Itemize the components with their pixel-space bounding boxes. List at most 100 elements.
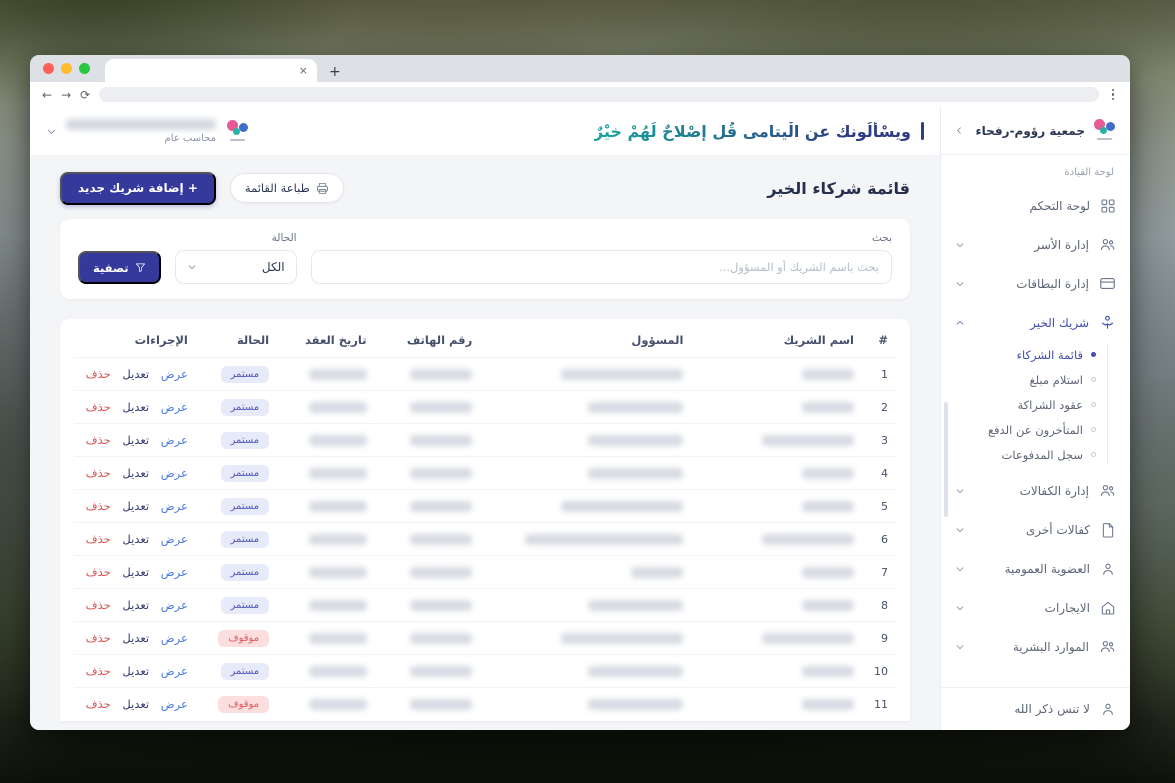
view-link[interactable]: عرض — [161, 499, 188, 513]
blurred-phone — [410, 501, 473, 512]
blurred-manager-name — [588, 600, 684, 611]
edit-link[interactable]: تعديل — [122, 466, 149, 480]
delete-link[interactable]: حذف — [86, 367, 111, 381]
row-number: 5 — [862, 489, 896, 523]
sidebar-item-sponsorships[interactable]: إدارة الكفالات — [955, 471, 1116, 510]
row-number: 11 — [862, 687, 896, 721]
search-input[interactable] — [310, 250, 892, 284]
add-partner-button[interactable]: + إضافة شريك جديد — [60, 171, 216, 205]
user-menu[interactable]: محاسب عام — [46, 118, 250, 144]
sidebar-item-rentals[interactable]: الايجارات — [955, 588, 1116, 627]
sidebar-collapse-icon[interactable] — [954, 125, 965, 136]
edit-link[interactable]: تعديل — [122, 499, 149, 513]
print-list-button[interactable]: طباعة القائمة — [229, 173, 344, 203]
app-root: جمعية رؤوم-رفحاء لوحة القيادة لوحة التحك… — [30, 107, 1130, 730]
sidebar-item-dashboard[interactable]: لوحة التحكم — [955, 186, 1116, 225]
sidebar-item-remembrance[interactable]: لا تنس ذكر الله — [955, 701, 1116, 717]
edit-link[interactable]: تعديل — [122, 631, 149, 645]
edit-link[interactable]: تعديل — [122, 433, 149, 447]
minimize-window-button[interactable] — [61, 63, 72, 74]
status-label: الحالة — [271, 232, 297, 244]
delete-link[interactable]: حذف — [86, 466, 111, 480]
table-row: 3 مستمر عرض تعديل حذف — [74, 423, 896, 457]
blurred-manager-name — [588, 699, 684, 711]
edit-link[interactable]: تعديل — [122, 565, 149, 579]
delete-link[interactable]: حذف — [86, 631, 111, 645]
delete-link[interactable]: حذف — [86, 400, 111, 414]
edit-link[interactable]: تعديل — [122, 664, 149, 678]
table-row: 4 مستمر عرض تعديل حذف — [74, 456, 896, 490]
forward-icon[interactable]: → — [61, 89, 71, 101]
delete-link[interactable]: حذف — [86, 664, 111, 678]
sidebar-item-other-sponsorships[interactable]: كفالات أخرى — [955, 510, 1116, 549]
url-bar[interactable] — [99, 87, 1099, 102]
row-number: 3 — [862, 423, 896, 457]
close-window-button[interactable] — [43, 63, 54, 74]
sidebar-item-human-resources[interactable]: الموارد البشرية — [955, 627, 1116, 666]
maximize-window-button[interactable] — [79, 63, 90, 74]
blurred-phone — [410, 600, 473, 611]
blurred-user-name — [66, 118, 216, 130]
submenu-receive-amount[interactable]: استلام مبلغ — [955, 367, 1096, 392]
edit-link[interactable]: تعديل — [122, 400, 149, 414]
view-link[interactable]: عرض — [161, 631, 188, 645]
view-link[interactable]: عرض — [161, 532, 188, 546]
browser-tab[interactable]: × — [105, 59, 317, 82]
submenu-partners-list[interactable]: قائمة الشركاء — [955, 342, 1096, 367]
blurred-manager-name — [561, 633, 684, 644]
tab-close-icon[interactable]: × — [299, 65, 308, 76]
bullet-icon — [1091, 377, 1096, 382]
col-contract-date: تاريخ العقد — [305, 333, 367, 347]
sidebar-item-charity-partner[interactable]: شريك الخير — [955, 303, 1116, 342]
delete-link[interactable]: حذف — [86, 532, 111, 546]
org-brand: جمعية رؤوم-رفحاء — [976, 118, 1117, 143]
home-icon — [1101, 601, 1115, 615]
view-link[interactable]: عرض — [161, 466, 188, 480]
user-icon — [1103, 563, 1113, 575]
sidebar-item-general-membership[interactable]: العضوية العمومية — [955, 549, 1116, 588]
submenu-partnership-contracts[interactable]: عقود الشراكة — [955, 392, 1096, 417]
row-number: 2 — [862, 390, 896, 424]
new-tab-button[interactable]: + — [329, 65, 341, 79]
chevron-down-icon — [188, 265, 195, 269]
sidebar-item-families[interactable]: إدارة الأسر — [955, 225, 1116, 264]
chevron-down-icon[interactable] — [46, 126, 57, 137]
table-row: 10 مستمر عرض تعديل حذف — [74, 654, 896, 688]
blurred-contract-date — [308, 501, 367, 512]
view-link[interactable]: عرض — [161, 433, 188, 447]
browser-menu-icon[interactable] — [1108, 88, 1118, 101]
edit-link[interactable]: تعديل — [122, 367, 149, 381]
table-row: 2 مستمر عرض تعديل حذف — [74, 390, 896, 424]
view-link[interactable]: عرض — [161, 598, 188, 612]
view-link[interactable]: عرض — [161, 400, 188, 414]
back-icon[interactable]: ← — [42, 89, 52, 101]
sidebar-item-cards[interactable]: إدارة البطاقات — [955, 264, 1116, 303]
header-verse: ويسْألُونك عن الْيتامى قُل إصْلاحٌ لَهُم… — [594, 122, 924, 141]
edit-link[interactable]: تعديل — [122, 532, 149, 546]
view-link[interactable]: عرض — [161, 565, 188, 579]
submenu-payments-log[interactable]: سجل المدفوعات — [955, 442, 1096, 467]
filter-button[interactable]: تصفية — [78, 251, 161, 284]
view-link[interactable]: عرض — [161, 664, 188, 678]
edit-link[interactable]: تعديل — [122, 598, 149, 612]
reload-icon[interactable]: ⟳ — [80, 89, 90, 101]
status-select[interactable]: الكل — [174, 250, 297, 284]
edit-link[interactable]: تعديل — [122, 697, 149, 711]
chevron-down-icon — [955, 525, 965, 535]
partners-table-card: # اسم الشريك المسؤول رقم الهاتف تاريخ ال… — [60, 319, 910, 721]
delete-link[interactable]: حذف — [86, 565, 111, 579]
blurred-contract-date — [308, 699, 367, 711]
delete-link[interactable]: حذف — [86, 598, 111, 612]
view-link[interactable]: عرض — [161, 367, 188, 381]
delete-link[interactable]: حذف — [86, 499, 111, 513]
submenu-late-payers[interactable]: المتأخرون عن الدفع — [955, 417, 1096, 442]
sidebar-scrollbar[interactable] — [944, 402, 948, 517]
status-badge: موقوف — [218, 695, 270, 713]
funnel-icon — [135, 263, 145, 272]
blurred-partner-name — [802, 666, 854, 677]
delete-link[interactable]: حذف — [86, 697, 111, 711]
view-link[interactable]: عرض — [161, 697, 188, 711]
delete-link[interactable]: حذف — [86, 433, 111, 447]
sidebar-header: جمعية رؤوم-رفحاء — [941, 107, 1130, 155]
blurred-contract-date — [308, 468, 367, 479]
